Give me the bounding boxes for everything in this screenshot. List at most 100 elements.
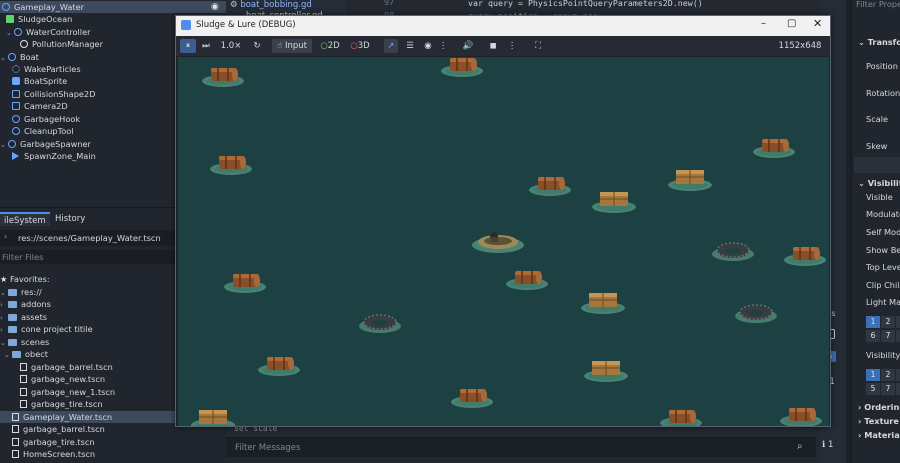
prop-modulate[interactable]: Modulate	[866, 209, 900, 219]
tree-item-boat-sprite[interactable]: BoatSprite	[12, 75, 67, 87]
script-list-item[interactable]: ⚙ boat_bobbing.gd	[230, 0, 312, 10]
file-item-selected[interactable]: Gameplay_Water.tscn	[0, 410, 176, 423]
folder-item[interactable]: ⌄ obect	[0, 348, 176, 360]
garbage-crate[interactable]	[591, 191, 637, 214]
garbage-barrel[interactable]	[201, 67, 245, 88]
prop-scale[interactable]: Scale	[866, 114, 888, 124]
garbage-barrel[interactable]	[752, 138, 796, 159]
window-titlebar[interactable]: Sludge & Lure (DEBUG) – ▢ ✕	[176, 16, 830, 36]
garbage-tire[interactable]	[358, 314, 402, 334]
prop-visible[interactable]: Visible	[866, 192, 893, 202]
filter-files-input[interactable]: Filter Files	[0, 250, 176, 264]
more-button[interactable]: ⋮	[438, 39, 448, 53]
mode-2d-button[interactable]: ○2D	[317, 39, 343, 53]
visibility-button[interactable]: ◉	[421, 39, 435, 53]
tree-item-garbage-spawner[interactable]: ⌄ GarbageSpawner	[0, 138, 91, 150]
garbage-crate[interactable]	[580, 292, 626, 315]
next-frame-button[interactable]: ⏭	[199, 39, 213, 53]
minimize-icon[interactable]: –	[761, 18, 766, 29]
folder-item[interactable]: › assets	[0, 311, 176, 323]
path-field[interactable]: › res://scenes/Gameplay_Water.tscn	[0, 230, 176, 246]
section-material[interactable]: › Material	[858, 430, 900, 440]
layer-toggle[interactable]: 3	[896, 316, 900, 328]
file-item[interactable]: garbage_new.tscn	[0, 373, 176, 385]
layer-toggle[interactable]: 1	[866, 316, 880, 328]
garbage-barrel[interactable]	[209, 155, 253, 176]
chevron-down-icon[interactable]: ⌄	[0, 139, 8, 151]
section-texture[interactable]: › Texture	[858, 416, 899, 426]
folder-item[interactable]: › addons	[0, 298, 176, 310]
camera-override-button[interactable]: ◼	[486, 39, 500, 53]
reset-speed-button[interactable]: ↻	[250, 39, 264, 53]
garbage-crate[interactable]	[583, 360, 629, 383]
camera-options-button[interactable]: ⋮	[507, 39, 517, 53]
layer-toggle[interactable]: 3	[896, 369, 900, 381]
prop-self-modulate[interactable]: Self Modu	[866, 227, 900, 237]
game-viewport[interactable]	[178, 57, 829, 426]
garbage-barrel[interactable]	[528, 176, 572, 197]
tree-item-cleanup-tool[interactable]: CleanupTool	[12, 125, 74, 137]
tree-item-camera[interactable]: Camera2D	[12, 100, 68, 112]
file-item[interactable]: garbage_new_1.tscn	[0, 386, 176, 398]
prop-visibility-layer[interactable]: Visibility	[866, 350, 900, 360]
list-select-button[interactable]: ☰	[403, 39, 417, 53]
input-toggle-button[interactable]: ☝ Input	[272, 39, 312, 53]
layer-toggle[interactable]: 7	[881, 330, 895, 342]
tree-item-wake-particles[interactable]: WakeParticles	[12, 63, 81, 75]
verbose-count[interactable]: ℹ 1	[822, 440, 833, 450]
tree-item-pollution-manager[interactable]: PollutionManager	[20, 38, 103, 50]
prop-rotation[interactable]: Rotation	[866, 88, 900, 98]
chevron-down-icon[interactable]: ⌄	[6, 27, 14, 39]
layer-toggle[interactable]: 8	[896, 383, 900, 395]
file-item[interactable]: garbage_barrel.tscn	[0, 423, 176, 435]
layer-toggle[interactable]: 1	[866, 369, 880, 381]
tree-item-garbage-hook[interactable]: GarbageHook	[12, 113, 80, 125]
layer-toggle[interactable]: 2	[881, 369, 895, 381]
favorites-header[interactable]: ★ Favorites:	[0, 273, 176, 285]
layer-toggle[interactable]: 8	[896, 330, 900, 342]
select-mode-button[interactable]: ➚	[384, 39, 398, 53]
folder-item[interactable]: ⌄ scenes	[0, 336, 176, 348]
garbage-tire[interactable]	[711, 242, 755, 262]
garbage-barrel[interactable]	[659, 409, 703, 426]
suspend-button[interactable]: ⏸	[180, 39, 196, 53]
prop-clip-children[interactable]: Clip Child	[866, 280, 900, 290]
layer-toggle[interactable]: 2	[881, 316, 895, 328]
prop-skew[interactable]: Skew	[866, 141, 887, 151]
tree-item-gameplay-water[interactable]: Gameplay_Water ◉	[0, 1, 226, 13]
prop-light-mask[interactable]: Light Mas	[866, 297, 900, 307]
maximize-icon[interactable]: ▢	[787, 18, 796, 29]
layer-toggle[interactable]: 6	[866, 330, 880, 342]
player-boat[interactable]	[472, 232, 524, 253]
folder-item[interactable]: › cone project titile	[0, 323, 176, 335]
tree-item-sludge-ocean[interactable]: SludgeOcean	[6, 13, 72, 25]
file-item[interactable]: HomeScreen.tscn	[0, 448, 176, 460]
garbage-barrel[interactable]	[257, 356, 301, 377]
tree-item-water-controller[interactable]: ⌄ WaterController	[6, 26, 90, 38]
game-scene[interactable]	[178, 57, 829, 426]
garbage-barrel[interactable]	[505, 270, 549, 291]
filter-properties-input[interactable]: Filter Prope	[856, 0, 900, 9]
tree-item-spawn-zone[interactable]: SpawnZone_Main	[12, 150, 96, 162]
tree-item-collision-shape[interactable]: CollisionShape2D	[12, 88, 95, 100]
code-line[interactable]: var query = PhysicsPointQueryParameters2…	[468, 0, 703, 8]
layer-toggle[interactable]: 7	[881, 383, 895, 395]
section-visibility[interactable]: ⌄ Visibility	[858, 178, 900, 188]
mode-3d-button[interactable]: ○3D	[347, 39, 373, 53]
file-item[interactable]: garbage_tire.tscn	[0, 436, 176, 448]
garbage-barrel[interactable]	[779, 407, 823, 426]
chevron-down-icon[interactable]: ⌄	[0, 52, 8, 64]
garbage-barrel[interactable]	[450, 388, 494, 409]
eye-icon[interactable]: ◉	[211, 1, 219, 13]
embed-toggle-button[interactable]: ⛶	[531, 39, 545, 53]
folder-item[interactable]: ⌄ res://	[0, 286, 176, 298]
prop-show-behind[interactable]: Show Beh	[866, 245, 900, 255]
garbage-tire[interactable]	[734, 304, 778, 324]
garbage-crate[interactable]	[190, 409, 236, 426]
tab-history[interactable]: History	[51, 212, 89, 226]
time-scale[interactable]: 1.0×	[219, 39, 243, 53]
tree-item-boat[interactable]: ⌄ Boat	[0, 51, 39, 63]
file-item[interactable]: garbage_barrel.tscn	[0, 361, 176, 373]
filter-messages-input[interactable]: Filter Messages	[235, 443, 300, 453]
tab-filesystem[interactable]: ileSystem	[0, 212, 50, 226]
